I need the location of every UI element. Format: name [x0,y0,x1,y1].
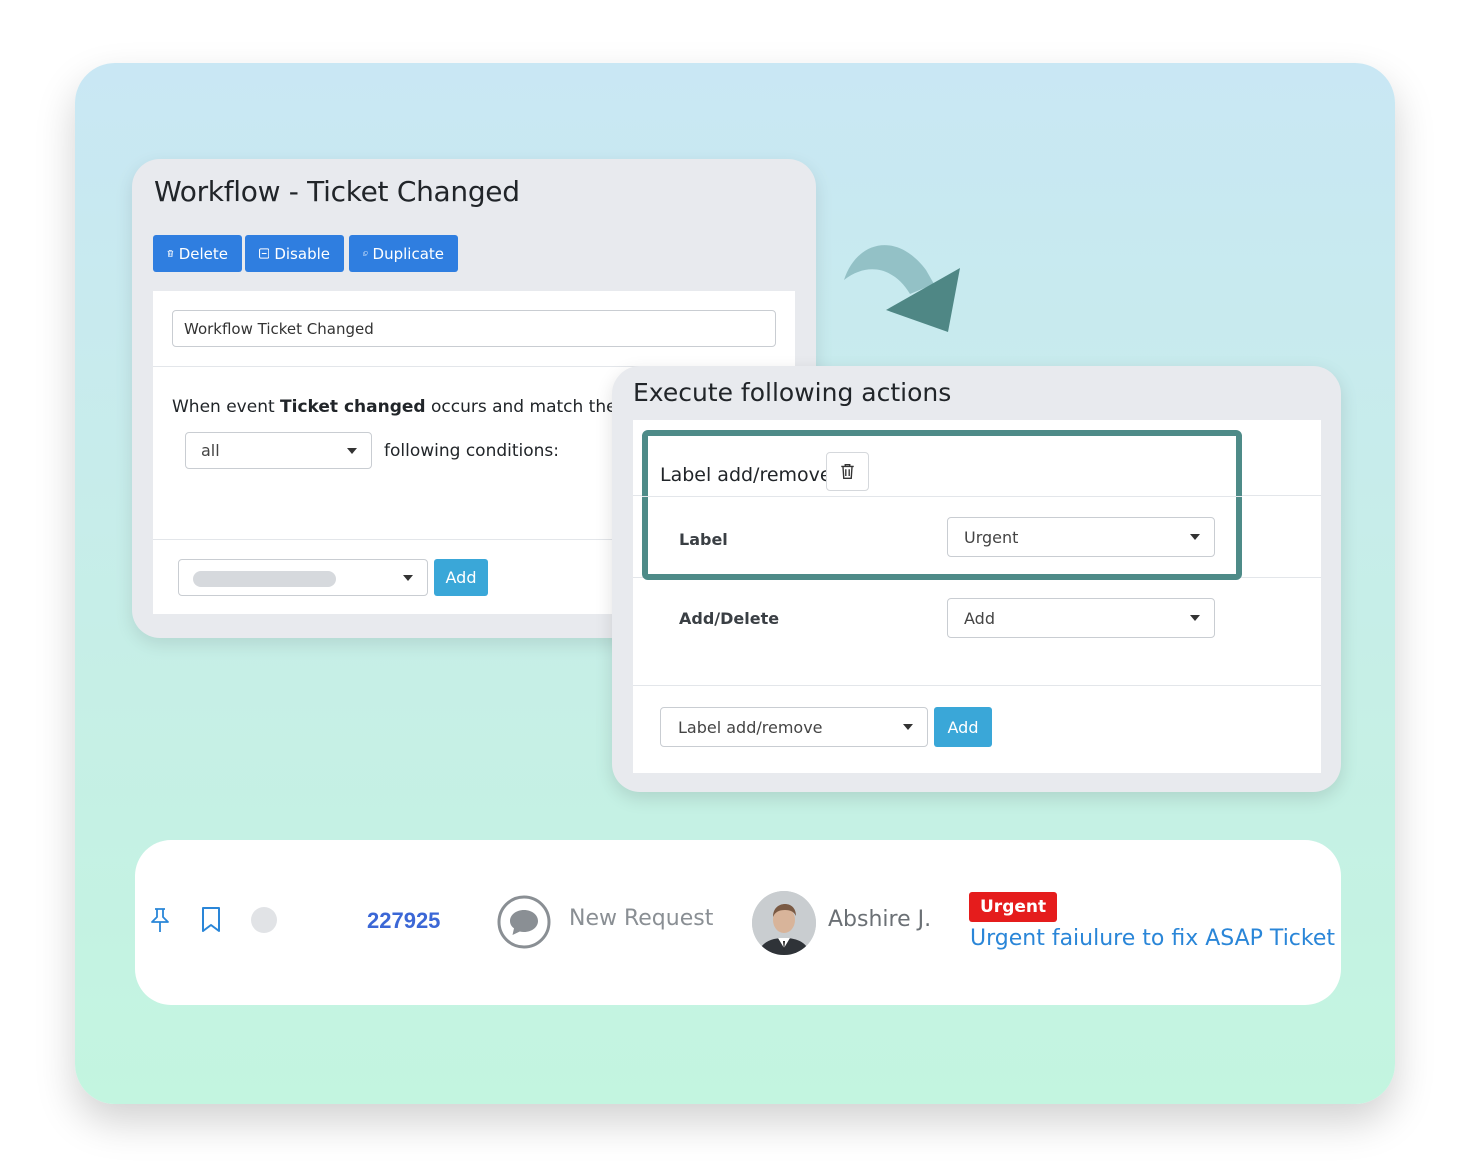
workflow-name-value: Workflow Ticket Changed [184,319,374,338]
duplicate-label: Duplicate [372,244,444,263]
chevron-down-icon [347,447,357,454]
actions-title: Execute following actions [633,378,952,407]
workflow-name-input[interactable]: Workflow Ticket Changed [172,310,776,347]
ticket-id[interactable]: 227925 [367,908,440,934]
add-delete-select-value: Add [964,608,995,628]
copy-icon [363,251,368,256]
curved-arrow-icon [844,245,960,332]
divider [633,685,1321,686]
status-badge: Urgent [969,892,1058,922]
new-action-select-value: Label add/remove [678,717,823,737]
minus-square-icon [259,248,270,259]
pin-icon[interactable] [149,907,171,933]
ticket-agent: Abshire J. [828,907,932,932]
ticket-row[interactable]: 227925 New Request Abshire J. Urgent Urg… [135,840,1341,1005]
bookmark-icon[interactable] [200,906,222,934]
condition-type-select[interactable] [178,559,428,596]
delete-button[interactable]: Delete [153,235,242,272]
label-field-label: Label [679,530,728,549]
divider [642,496,1242,497]
avatar [752,891,816,955]
condition-suffix: occurs and match the [425,397,617,417]
trash-icon [841,464,854,479]
chevron-down-icon [1190,615,1200,621]
duplicate-button[interactable]: Duplicate [349,235,458,272]
match-select-value: all [201,441,220,460]
workflow-title: Workflow - Ticket Changed [154,175,520,208]
chevron-down-icon [903,724,913,730]
condition-event: Ticket changed [280,397,426,417]
disable-button[interactable]: Disable [245,235,344,272]
following-conditions-label: following conditions: [384,441,560,461]
chevron-down-icon [403,574,413,581]
status-dot-icon [251,907,277,933]
remove-action-button[interactable] [826,452,869,491]
action-title: Label add/remove [660,464,832,486]
label-select[interactable]: Urgent [947,517,1215,557]
delete-label: Delete [178,244,228,263]
chat-bubble-icon [497,895,551,949]
label-select-value: Urgent [964,527,1019,547]
condition-prefix: When event [172,397,281,417]
disable-label: Disable [274,244,330,263]
blurred-placeholder [193,571,336,587]
add-delete-field-label: Add/Delete [679,609,780,628]
ticket-subject-link[interactable]: Urgent faiulure to fix ASAP Ticket [970,926,1335,951]
chevron-down-icon [1190,534,1200,540]
add-delete-select[interactable]: Add [947,598,1215,638]
add-action-button[interactable]: Add [934,707,992,747]
match-select[interactable]: all [185,432,372,469]
new-action-select[interactable]: Label add/remove [660,707,928,747]
add-condition-button[interactable]: Add [434,559,488,596]
highlighted-action: Label add/remove Label Urgent [642,430,1242,580]
trash-icon [167,250,174,257]
ticket-status: New Request [569,906,714,931]
condition-sentence: When event Ticket changed occurs and mat… [172,397,617,417]
